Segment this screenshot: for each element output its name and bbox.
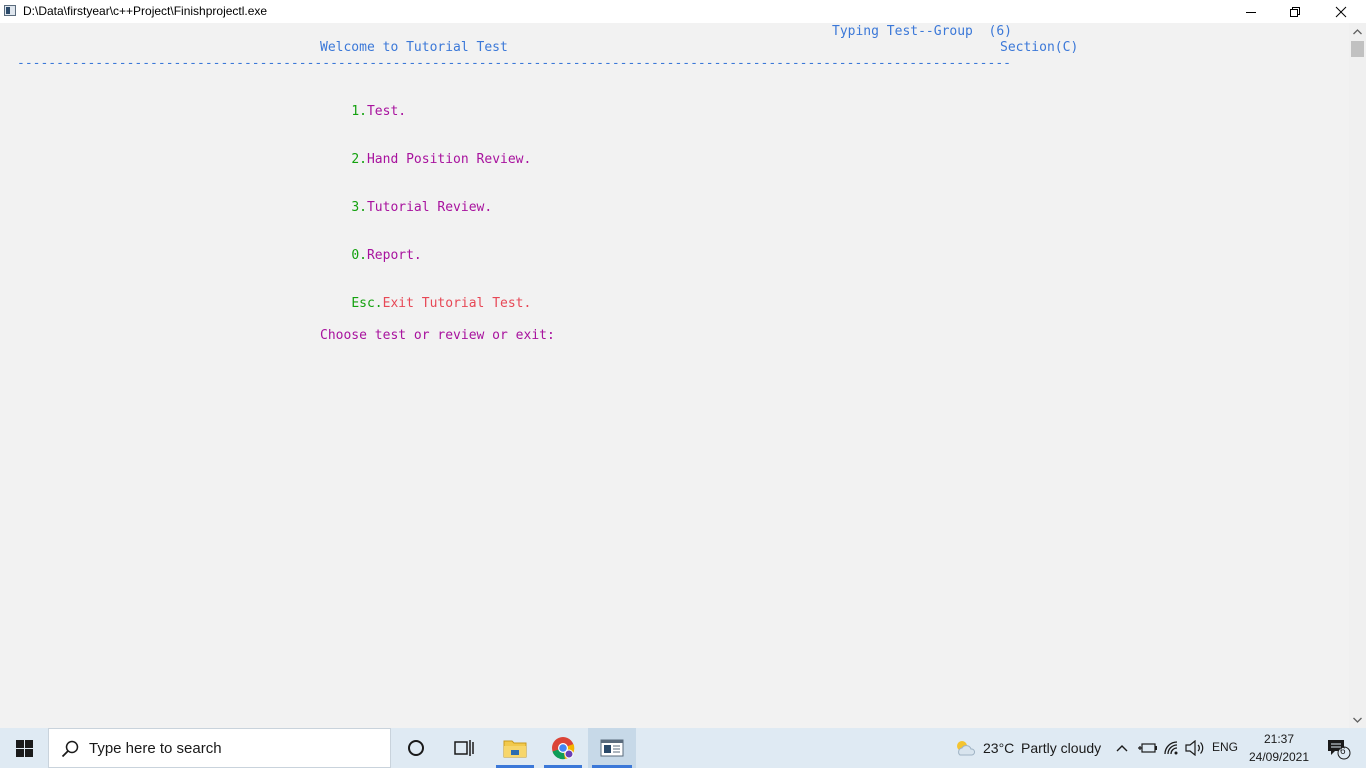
start-button[interactable]: [0, 728, 48, 768]
taskbar-search-box[interactable]: Type here to search: [48, 728, 391, 768]
file-explorer-button[interactable]: [492, 728, 538, 768]
restore-button[interactable]: [1272, 0, 1318, 23]
cortana-button[interactable]: [392, 728, 440, 768]
cortana-circle-icon: [408, 740, 424, 756]
welcome-heading: Welcome to Tutorial Test: [320, 40, 508, 55]
clock-time: 21:37: [1263, 732, 1295, 746]
window-title: D:\Data\firstyear\c++Project\Finishproje…: [23, 4, 268, 18]
menu-key: 2.: [351, 152, 367, 167]
menu-label: Test.: [366, 104, 407, 119]
vertical-scrollbar[interactable]: [1349, 23, 1366, 728]
menu-label: Exit Tutorial Test.: [382, 296, 532, 311]
choice-prompt: Choose test or review or exit:: [320, 328, 555, 343]
task-view-icon: [454, 740, 474, 756]
chevron-up-icon: [1353, 28, 1362, 34]
battery-button[interactable]: [1136, 728, 1158, 768]
close-button[interactable]: [1318, 0, 1364, 23]
wifi-icon: [1164, 741, 1178, 755]
menu-key: 1.: [351, 104, 367, 119]
windows-logo-icon: [15, 739, 33, 757]
restore-icon: [1290, 6, 1300, 17]
taskbar: Type here to search 23°C Partly cloudy E…: [0, 728, 1366, 768]
folder-icon: [503, 740, 527, 758]
console-window-icon: [600, 739, 624, 757]
group-header: Typing Test--Group (6): [832, 24, 1013, 39]
chevron-up-icon: [1116, 745, 1128, 752]
scroll-up-button[interactable]: [1349, 23, 1366, 40]
console-app-icon[interactable]: [4, 5, 16, 16]
minimize-button[interactable]: [1228, 0, 1274, 23]
partly-cloudy-icon: [957, 741, 976, 756]
network-button[interactable]: [1162, 728, 1182, 768]
notification-badge: 6: [1340, 746, 1346, 757]
menu-label: Report.: [366, 248, 422, 263]
menu-key: 3.: [351, 200, 367, 215]
chrome-button[interactable]: [540, 728, 586, 768]
weather-widget-button[interactable]: [950, 728, 980, 768]
weather-temperature[interactable]: 23°C: [983, 740, 1014, 756]
menu-item-test: 1.Test.: [320, 88, 406, 136]
action-center-button[interactable]: 6: [1318, 728, 1358, 768]
minimize-icon: [1246, 11, 1256, 13]
close-icon: [1335, 6, 1347, 17]
section-label: Section(C): [1000, 40, 1079, 55]
menu-item-hand-position-review: 2.Hand Position Review.: [320, 136, 531, 184]
menu-label: Hand Position Review.: [366, 152, 532, 167]
menu-item-exit: Esc.Exit Tutorial Test.: [320, 280, 531, 328]
search-placeholder: Type here to search: [89, 740, 222, 757]
weather-description[interactable]: Partly cloudy: [1021, 740, 1101, 756]
speaker-icon: [1185, 740, 1204, 756]
battery-plug-icon: [1138, 743, 1157, 753]
task-view-button[interactable]: [440, 728, 488, 768]
title-bar: D:\Data\firstyear\c++Project\Finishproje…: [0, 0, 1366, 23]
menu-label: Tutorial Review.: [366, 200, 493, 215]
menu-key: Esc.: [351, 296, 383, 311]
scroll-down-button[interactable]: [1349, 711, 1366, 728]
clock-date: 24/09/2021: [1248, 750, 1310, 764]
scroll-thumb[interactable]: [1351, 41, 1364, 57]
console-app-taskbar-button[interactable]: [588, 728, 636, 768]
input-language[interactable]: ENG: [1212, 740, 1238, 754]
separator-line: ----------------------------------------…: [17, 56, 1011, 71]
menu-key: 0.: [351, 248, 367, 263]
console-output[interactable]: Typing Test--Group (6) Welcome to Tutori…: [0, 23, 1349, 728]
system-clock[interactable]: 21:37 24/09/2021: [1244, 730, 1314, 766]
search-icon: [61, 740, 79, 758]
menu-item-tutorial-review: 3.Tutorial Review.: [320, 184, 492, 232]
volume-button[interactable]: [1184, 728, 1206, 768]
chevron-down-icon: [1353, 717, 1362, 723]
notification-icon: [1328, 740, 1351, 760]
show-hidden-icons-button[interactable]: [1114, 728, 1130, 768]
chrome-icon: [552, 737, 575, 760]
menu-item-report: 0.Report.: [320, 232, 422, 280]
